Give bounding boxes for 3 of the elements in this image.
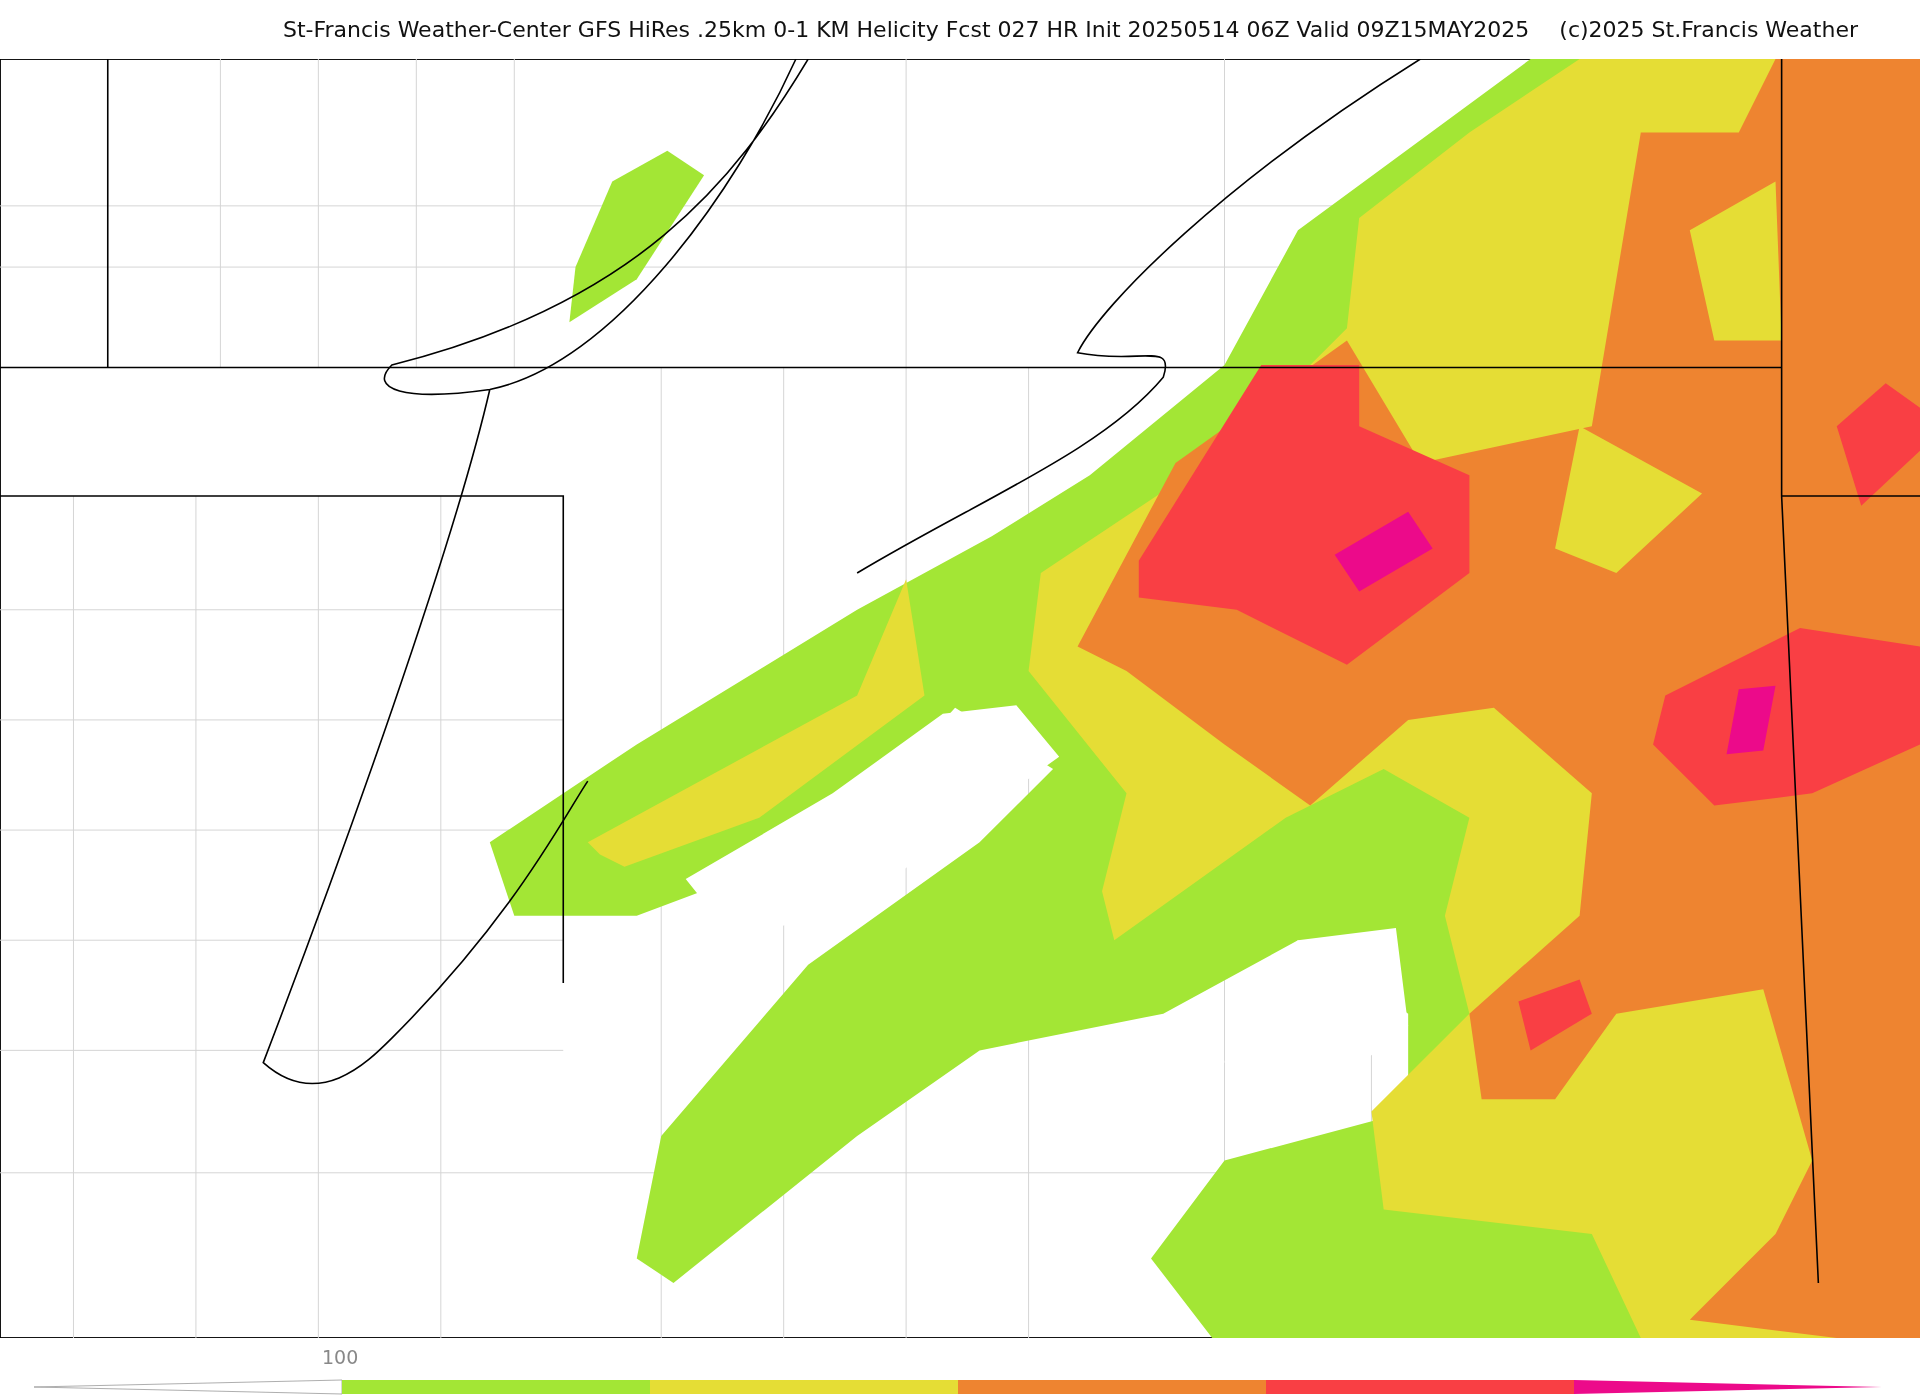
copyright-text: (c)2025 St.Francis Weather	[1559, 17, 1858, 42]
map-title: St-Francis Weather-Center GFS HiRes .25km 0-1 KM Helicity Fcst 027 HR Init 20250514 06Z Valid 09Z15MAY2025	[282, 17, 1530, 42]
colorbar-tick-label: 100	[322, 1346, 359, 1368]
